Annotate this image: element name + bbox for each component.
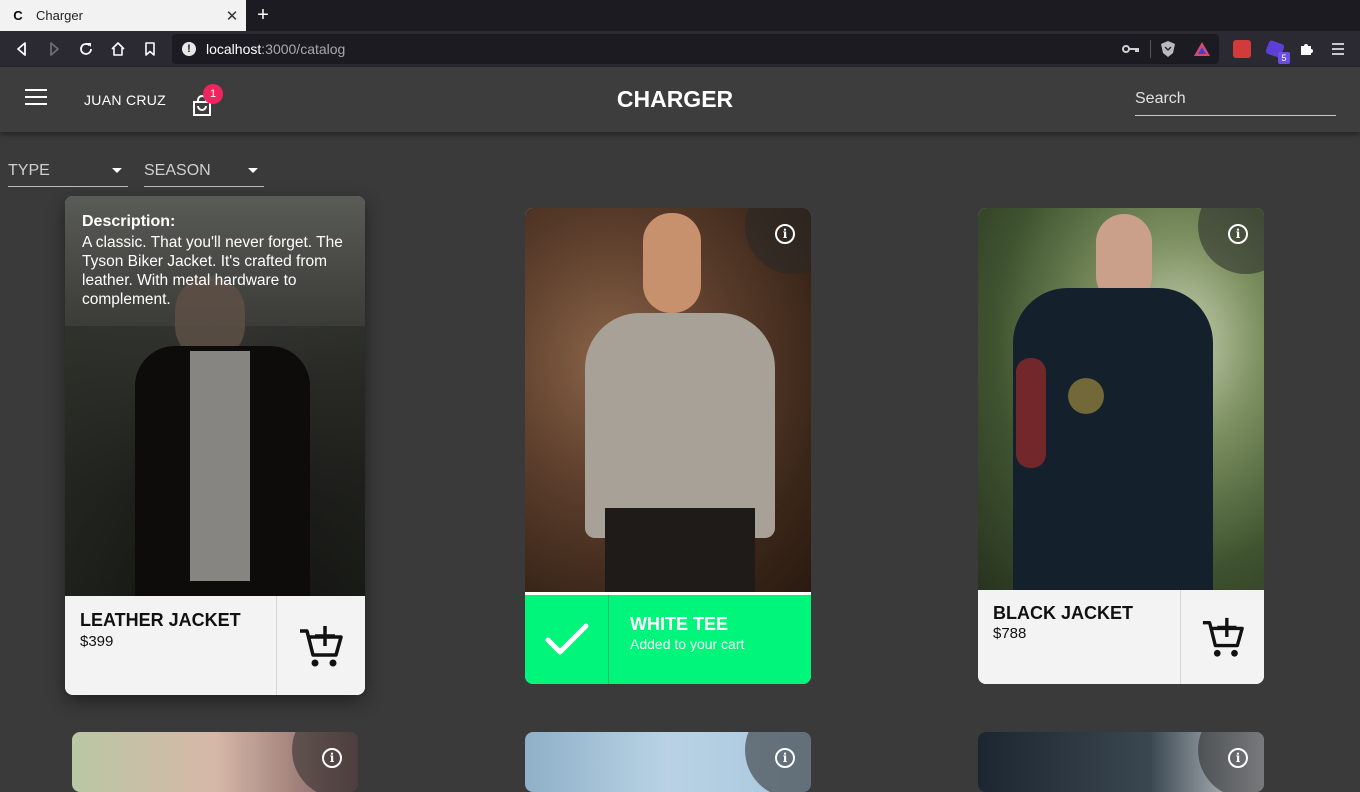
chevron-down-icon xyxy=(112,168,122,173)
new-tab-button[interactable]: + xyxy=(252,3,274,27)
product-card-row2-2[interactable]: i xyxy=(525,732,811,792)
extension-badge: 5 xyxy=(1278,52,1290,64)
chevron-down-icon xyxy=(248,168,258,173)
product-card-black-jacket[interactable]: i BLACK JACKET $788 xyxy=(978,208,1264,684)
added-to-cart-confirmation: WHITE TEE Added to your cart xyxy=(525,592,811,684)
tab-title: Charger xyxy=(36,8,83,23)
card-footer: LEATHER JACKET $399 xyxy=(65,596,365,695)
search-input[interactable]: Search xyxy=(1135,86,1336,116)
url-bar[interactable]: ! localhost:3000/catalog xyxy=(172,34,1219,64)
product-name: WHITE TEE xyxy=(630,614,728,634)
product-card-white-tee[interactable]: i WHITE TEE Added to your cart xyxy=(525,208,811,684)
app-menu-icon[interactable] xyxy=(1327,38,1349,60)
back-icon xyxy=(17,42,26,56)
bookmark-icon xyxy=(145,42,155,56)
browser-tab-strip: C Charger ✕ + xyxy=(0,0,1360,31)
product-price: $399 xyxy=(80,633,114,650)
reload-icon xyxy=(80,43,92,55)
season-filter-select[interactable]: SEASON xyxy=(144,155,264,187)
forward-icon xyxy=(50,42,59,56)
type-filter-select[interactable]: TYPE xyxy=(8,155,128,187)
reload-button[interactable] xyxy=(74,37,98,61)
description-label: Description: xyxy=(82,213,176,230)
check-icon xyxy=(525,595,609,684)
user-name[interactable]: JUAN CRUZ xyxy=(84,92,166,108)
add-to-cart-button[interactable] xyxy=(276,596,365,695)
brave-shield-icon[interactable] xyxy=(1159,40,1177,58)
season-filter-label: SEASON xyxy=(144,161,211,179)
extension-purple-icon[interactable]: 5 xyxy=(1264,38,1290,64)
extensions-puzzle-icon[interactable] xyxy=(1295,38,1317,60)
close-tab-icon[interactable]: ✕ xyxy=(222,7,242,25)
info-icon[interactable]: i xyxy=(775,748,795,768)
tab-favicon-icon: C xyxy=(13,8,23,23)
home-icon xyxy=(111,42,125,56)
home-button[interactable] xyxy=(106,37,130,61)
product-price: $788 xyxy=(993,625,1027,642)
hamburger-menu-icon[interactable] xyxy=(25,89,47,109)
forward-button[interactable] xyxy=(42,37,66,61)
type-filter-label: TYPE xyxy=(8,161,50,179)
product-card-leather-jacket[interactable]: Description: A classic. That you'll neve… xyxy=(65,196,365,695)
confirmation-message: Added to your cart xyxy=(630,636,745,652)
add-to-cart-icon xyxy=(1202,617,1244,657)
product-card-row2-3[interactable]: i xyxy=(978,732,1264,792)
product-description: A classic. That you'll never forget. The… xyxy=(82,234,343,308)
brand-logo[interactable]: CHARGER xyxy=(580,86,770,113)
key-icon[interactable] xyxy=(1122,43,1140,55)
add-to-cart-button[interactable] xyxy=(1180,590,1264,684)
extension-red-icon[interactable] xyxy=(1231,38,1253,60)
url-host: localhost xyxy=(206,41,262,57)
info-icon[interactable]: i xyxy=(1228,748,1248,768)
url-path: :3000/catalog xyxy=(261,41,346,57)
info-icon[interactable]: i xyxy=(1228,224,1248,244)
card-footer: BLACK JACKET $788 xyxy=(978,590,1264,684)
product-card-row2-1[interactable]: i xyxy=(72,732,358,792)
brave-rewards-icon[interactable] xyxy=(1193,41,1211,57)
site-info-icon[interactable]: ! xyxy=(182,42,196,56)
info-icon[interactable]: i xyxy=(322,748,342,768)
add-to-cart-icon xyxy=(300,625,343,666)
cart-count-badge: 1 xyxy=(203,84,223,104)
app-header: JUAN CRUZ 1 CHARGER Search xyxy=(0,67,1360,132)
product-name: BLACK JACKET xyxy=(993,603,1134,623)
info-icon[interactable]: i xyxy=(775,224,795,244)
browser-tab[interactable]: C Charger ✕ xyxy=(0,0,246,31)
browser-navbar: ! localhost:3000/catalog 5 xyxy=(0,31,1360,67)
bookmark-button[interactable] xyxy=(138,37,162,61)
product-name: LEATHER JACKET xyxy=(80,610,241,630)
back-button[interactable] xyxy=(10,37,34,61)
